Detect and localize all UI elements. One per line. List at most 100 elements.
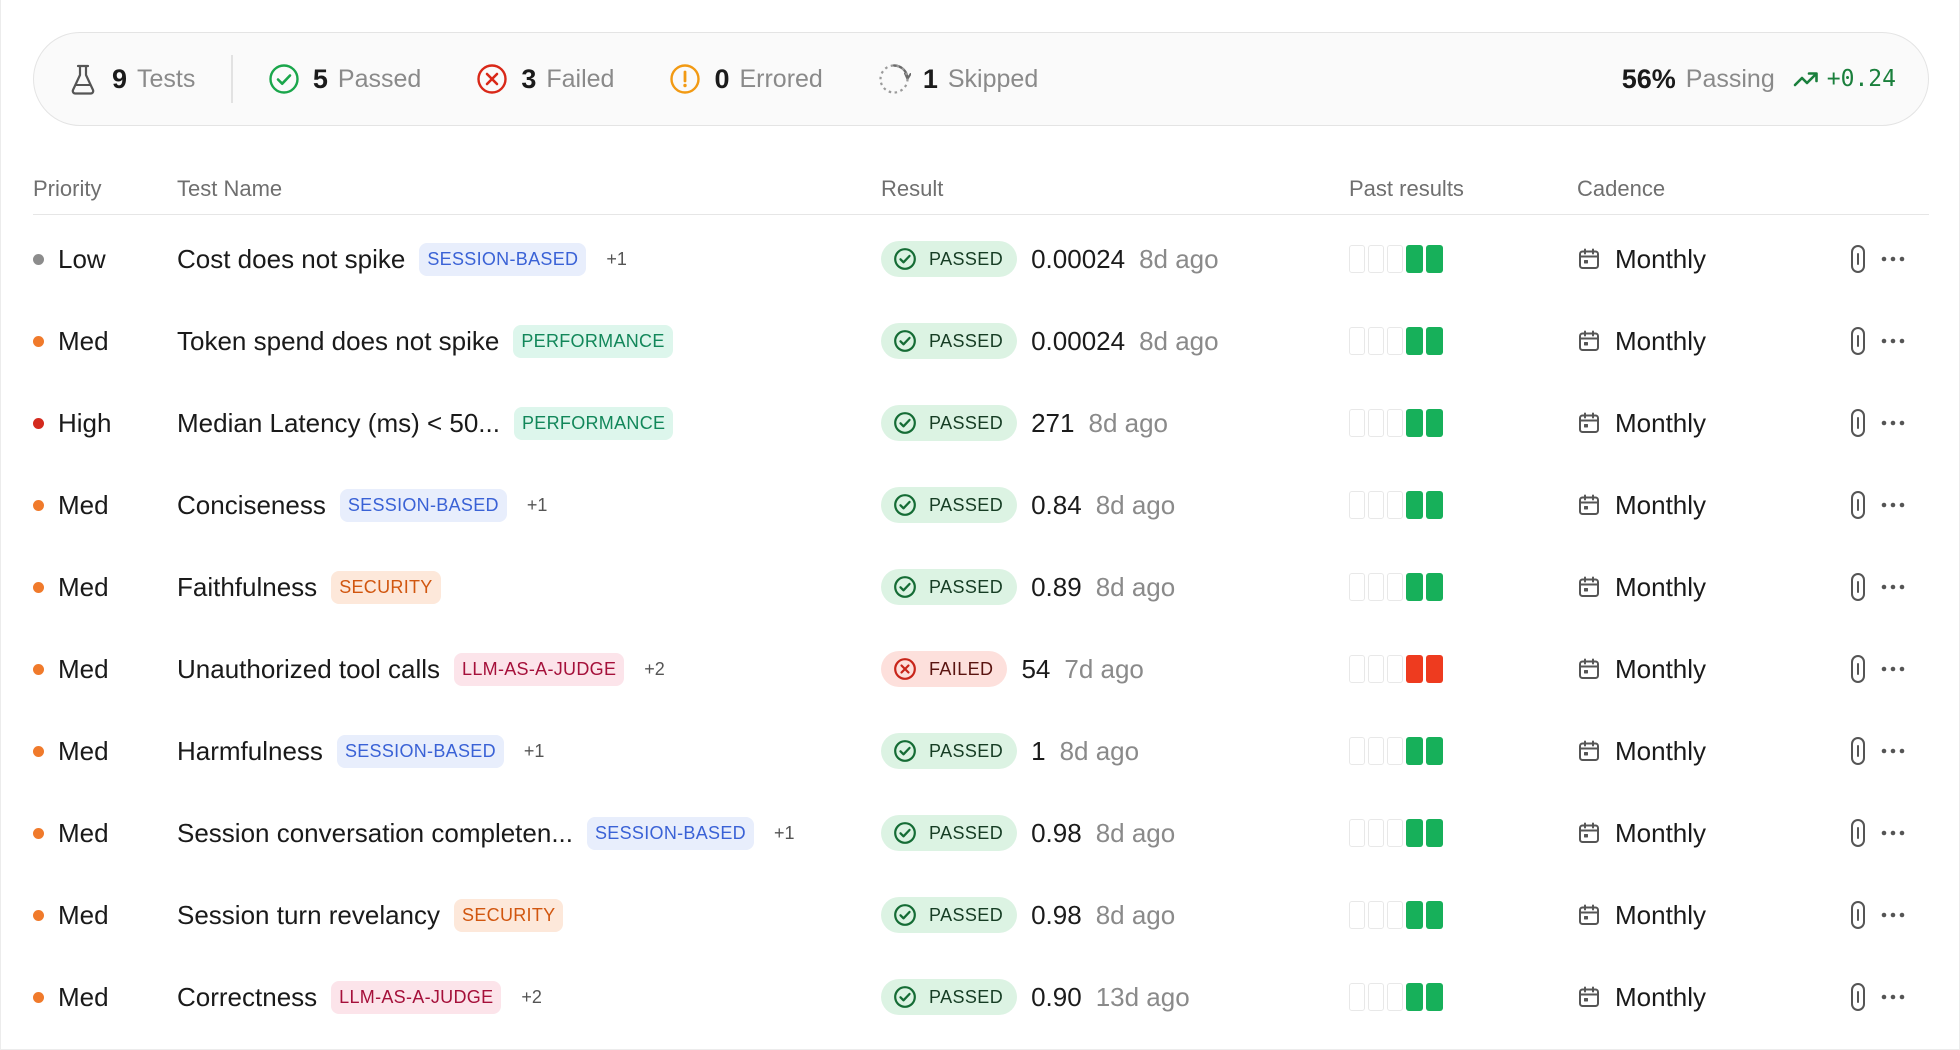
table-row[interactable]: Med Token spend does not spike PERFORMANCE… (33, 300, 1929, 382)
link-button[interactable] (1849, 736, 1867, 766)
table-row[interactable]: Med Session conversation completen... SESS… (33, 792, 1929, 874)
past-results (1349, 792, 1446, 874)
link-button[interactable] (1849, 982, 1867, 1012)
priority-cell: Med (33, 546, 109, 628)
link-button[interactable] (1849, 572, 1867, 602)
stat-failed[interactable]: 3 Failed (475, 59, 614, 99)
priority-dot (33, 745, 44, 757)
more-options-icon (1881, 994, 1905, 1000)
past-result-fail (1406, 655, 1423, 683)
more-options-icon (1881, 502, 1905, 508)
cadence-cell[interactable]: Monthly (1577, 464, 1706, 546)
test-name[interactable]: Harmfulness (177, 736, 323, 767)
cadence-cell[interactable]: Monthly (1577, 382, 1706, 464)
more-options-button[interactable] (1881, 830, 1905, 836)
row-actions (1849, 300, 1905, 382)
passed-count: 5 (312, 63, 328, 94)
stat-passed[interactable]: 5 Passed (267, 59, 421, 99)
test-name[interactable]: Median Latency (ms) < 50... (177, 408, 500, 439)
stat-errored[interactable]: 0 Errored (668, 59, 823, 99)
test-tag: SESSION-BASED (336, 734, 504, 768)
more-options-button[interactable] (1881, 338, 1905, 344)
result-time: 8d ago (1139, 243, 1219, 274)
result-value: 0.89 (1031, 571, 1082, 602)
table-header: Priority Test Name Result Past results C… (33, 170, 1929, 215)
col-cadence[interactable]: Cadence (1577, 176, 1665, 202)
table-row[interactable]: Med Harmfulness SESSION-BASED +1 PASSED 1 8d a… (33, 710, 1929, 792)
cadence-cell[interactable]: Monthly (1577, 300, 1706, 382)
past-result-empty (1387, 491, 1403, 519)
col-priority[interactable]: Priority (33, 176, 101, 202)
link-button[interactable] (1849, 326, 1867, 356)
past-result-empty (1368, 245, 1384, 273)
link-button[interactable] (1849, 818, 1867, 848)
cadence-cell[interactable]: Monthly (1577, 218, 1706, 300)
table-row[interactable]: Med Conciseness SESSION-BASED +1 PASSED 0.84 8… (33, 464, 1929, 546)
past-results (1349, 956, 1446, 1038)
more-options-button[interactable] (1881, 420, 1905, 426)
cadence-cell[interactable]: Monthly (1577, 546, 1706, 628)
col-past-results[interactable]: Past results (1349, 176, 1464, 202)
link-button[interactable] (1849, 654, 1867, 684)
cadence-cell[interactable]: Monthly (1577, 956, 1706, 1038)
col-result[interactable]: Result (881, 176, 943, 202)
cadence-cell[interactable]: Monthly (1577, 710, 1706, 792)
test-name[interactable]: Cost does not spike (177, 244, 405, 275)
test-name[interactable]: Session conversation completen... (177, 818, 573, 849)
test-tag: SESSION-BASED (587, 816, 754, 850)
cadence-cell[interactable]: Monthly (1577, 628, 1706, 710)
priority-dot (33, 663, 44, 675)
status-label: PASSED (929, 904, 1004, 925)
link-button[interactable] (1849, 900, 1867, 930)
test-name[interactable]: Faithfulness (177, 572, 317, 603)
table-row[interactable]: Med Session turn revelancy SECURITY PASSED 0… (33, 874, 1929, 956)
past-results (1349, 874, 1446, 956)
check-circle-icon (894, 330, 916, 352)
status-label: PASSED (929, 248, 1004, 269)
link-button[interactable] (1849, 408, 1867, 438)
test-name[interactable]: Token spend does not spike (177, 326, 499, 357)
more-tags-count[interactable]: +2 (521, 987, 542, 1008)
past-result-empty (1349, 737, 1365, 765)
more-tags-count[interactable]: +1 (774, 823, 795, 844)
more-options-button[interactable] (1881, 502, 1905, 508)
table-row[interactable]: Low Cost does not spike SESSION-BASED +1 PAS… (33, 218, 1929, 300)
more-tags-count[interactable]: +1 (527, 495, 548, 516)
row-actions (1849, 218, 1905, 300)
table-row[interactable]: Med Correctness LLM-AS-A-JUDGE +2 PASSED 0.90… (33, 956, 1929, 1038)
link-button[interactable] (1849, 244, 1867, 274)
past-result-fail (1426, 655, 1443, 683)
more-tags-count[interactable]: +1 (524, 741, 545, 762)
cadence-cell[interactable]: Monthly (1577, 792, 1706, 874)
col-test-name[interactable]: Test Name (177, 176, 282, 202)
test-name[interactable]: Conciseness (177, 490, 326, 521)
test-name[interactable]: Correctness (177, 982, 317, 1013)
table-row[interactable]: High Median Latency (ms) < 50... PERFORMAN… (33, 382, 1929, 464)
past-result-pass (1406, 573, 1423, 601)
status-label: PASSED (929, 986, 1004, 1007)
more-options-button[interactable] (1881, 584, 1905, 590)
link-button[interactable] (1849, 490, 1867, 520)
stat-tests[interactable]: 9 Tests (66, 59, 195, 99)
past-result-empty (1387, 327, 1403, 355)
more-options-button[interactable] (1881, 912, 1905, 918)
table-row[interactable]: Med Faithfulness SECURITY PASSED 0.89 8d ago M… (33, 546, 1929, 628)
status-label: PASSED (929, 330, 1004, 351)
more-options-button[interactable] (1881, 748, 1905, 754)
more-options-icon (1881, 830, 1905, 836)
link-icon (1851, 327, 1865, 355)
more-options-button[interactable] (1881, 666, 1905, 672)
more-tags-count[interactable]: +2 (644, 659, 665, 680)
status-label: PASSED (929, 494, 1004, 515)
cadence-cell[interactable]: Monthly (1577, 874, 1706, 956)
more-tags-count[interactable]: +1 (606, 249, 627, 270)
test-name[interactable]: Session turn revelancy (177, 900, 440, 931)
test-name[interactable]: Unauthorized tool calls (177, 654, 440, 685)
link-icon (1851, 491, 1865, 519)
stat-skipped[interactable]: 1 Skipped (877, 59, 1038, 99)
test-name-cell: Token spend does not spike PERFORMANCE (177, 300, 673, 382)
more-options-button[interactable] (1881, 256, 1905, 262)
test-tag: SESSION-BASED (339, 488, 507, 522)
table-row[interactable]: Med Unauthorized tool calls LLM-AS-A-JUDGE… (33, 628, 1929, 710)
more-options-button[interactable] (1881, 994, 1905, 1000)
